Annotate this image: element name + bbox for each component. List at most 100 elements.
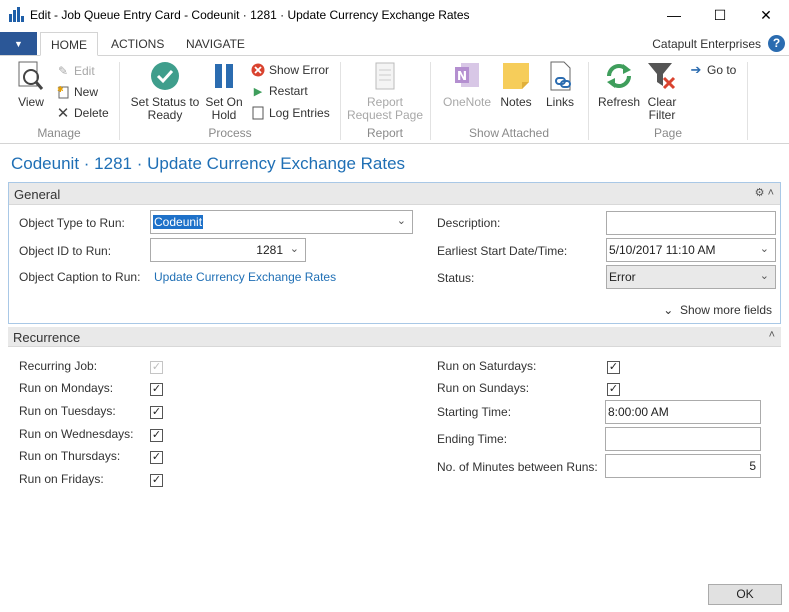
starting-time-label: Starting Time: [437,405,512,419]
links-button[interactable]: Links [541,60,579,109]
object-id-field[interactable]: 1281 ⌄ [150,238,306,262]
object-type-select[interactable]: Codeunit ⌄ [150,210,413,234]
earliest-start-label: Earliest Start Date/Time: [437,244,568,258]
clear-filter-button[interactable]: Clear Filter [645,60,679,122]
general-fasttab: General ⚙ ˄ Object Type to Run: Codeunit… [8,182,781,324]
set-status-ready-button[interactable]: Set Status to Ready [128,60,202,122]
chevron-down-icon: ⌄ [396,215,406,227]
ribbon: View ✎ Edit ✱ New ✕ Delete Manage Set Statu… [0,56,789,144]
app-menu-button[interactable]: ▼ [0,32,37,55]
minutes-between-runs-label: No. of Minutes between Runs: [437,460,598,474]
saturdays-checkbox[interactable]: ✓ [607,361,620,374]
group-label-process: Process [208,126,252,140]
fridays-label: Run on Fridays: [19,472,104,486]
svg-text:N: N [457,69,467,83]
group-manage: View ✎ Edit ✱ New ✕ Delete Manage [0,56,118,144]
report-icon [369,60,401,92]
ok-button[interactable]: OK [708,584,782,605]
show-error-button[interactable]: Show Error [251,61,329,79]
new-button[interactable]: ✱ New [56,83,99,101]
link-icon [544,60,576,92]
group-process: Set Status to Ready Set On Hold Show Err… [120,56,340,144]
tuesdays-checkbox[interactable]: ✓ [150,406,163,419]
description-field[interactable] [606,211,776,235]
group-label-show-attached: Show Attached [468,126,550,140]
saturdays-label: Run on Saturdays: [437,359,537,373]
set-on-hold-button[interactable]: Set On Hold [202,60,246,122]
page-title: Codeunit · 1281 · Update Currency Exchan… [11,154,406,173]
play-icon: ▶ [253,85,263,98]
thursdays-checkbox[interactable]: ✓ [150,451,163,464]
delete-button[interactable]: ✕ Delete [56,104,109,122]
group-label-manage: Manage [37,126,81,140]
refresh-icon [603,60,635,92]
fridays-checkbox[interactable]: ✓ [150,474,163,487]
general-header[interactable]: General ⚙ ˄ [9,183,780,205]
maximize-button[interactable]: ☐ [697,0,743,30]
earliest-start-field[interactable]: 5/10/2017 11:10 AM ⌄ [606,238,776,262]
chevron-down-icon: ⌄ [759,270,769,282]
group-label-report: Report [366,126,404,140]
onenote-icon: N [451,60,483,92]
show-more-fields-button[interactable]: ⌄ Show more fields [663,303,772,317]
delete-icon: ✕ [56,105,70,122]
description-label: Description: [437,216,501,230]
refresh-button[interactable]: Refresh [595,60,643,109]
minimize-button[interactable]: — [651,0,697,30]
new-document-icon: ✱ [56,85,70,99]
tuesdays-label: Run on Tuesdays: [19,404,116,418]
log-icon [251,106,265,120]
close-button[interactable]: ✕ [743,0,789,30]
pause-icon [208,60,240,92]
object-type-label: Object Type to Run: [19,216,125,230]
ending-time-field[interactable] [605,427,761,451]
edit-button[interactable]: ✎ Edit [56,62,95,80]
object-id-label: Object ID to Run: [19,244,112,258]
onenote-button[interactable]: N OneNote [441,60,493,109]
group-page: Refresh Clear Filter ➔ Go to Page [589,56,747,144]
status-label: Status: [437,271,475,285]
note-icon [500,60,532,92]
ending-time-label: Ending Time: [437,432,508,446]
starting-time-field[interactable]: 8:00:00 AM [605,400,761,424]
arrow-right-icon: ➔ [690,62,702,77]
sundays-checkbox[interactable]: ✓ [607,383,620,396]
tab-actions[interactable]: ACTIONS [111,32,164,56]
help-icon[interactable]: ? [768,35,785,52]
mondays-label: Run on Mondays: [19,381,114,395]
minutes-between-runs-field[interactable]: 5 [605,454,761,478]
pencil-icon: ✎ [57,64,69,78]
recurring-job-checkbox[interactable]: ✓ [150,361,163,374]
chevron-down-icon: ⌄ [289,243,299,255]
clear-filter-icon [646,60,678,92]
title-bar: Edit - Job Queue Entry Card - Codeunit ·… [0,0,789,30]
collapse-icon[interactable]: ˄ [769,329,775,341]
recurrence-header[interactable]: Recurrence ˄ [8,327,781,347]
collapse-icon[interactable]: ⚙ ˄ [755,186,774,199]
error-icon [251,63,265,77]
wednesdays-checkbox[interactable]: ✓ [150,429,163,442]
group-show-attached: N OneNote Notes Links Show Attached [431,56,587,144]
tab-navigate[interactable]: NAVIGATE [186,32,245,56]
chevron-down-icon: ⌄ [759,243,769,255]
wednesdays-label: Run on Wednesdays: [19,427,134,441]
report-request-page-button[interactable]: Report Request Page [345,60,425,122]
sundays-label: Run on Sundays: [437,381,530,395]
status-select[interactable]: Error ⌄ [606,265,776,289]
window-title: Edit - Job Queue Entry Card - Codeunit ·… [30,7,470,22]
mondays-checkbox[interactable]: ✓ [150,383,163,396]
tab-home[interactable]: HOME [40,32,98,56]
go-to-button[interactable]: ➔ Go to [689,61,737,79]
view-button[interactable]: View [14,60,48,109]
company-name[interactable]: Catapult Enterprises [652,32,761,56]
recurring-job-label: Recurring Job: [19,359,98,373]
thursdays-label: Run on Thursdays: [19,449,121,463]
view-icon [15,60,47,92]
chevron-down-icon: ⌄ [663,303,674,317]
group-report: Report Request Page Report [341,56,429,144]
object-caption-label: Object Caption to Run: [19,270,141,284]
log-entries-button[interactable]: Log Entries [251,104,330,122]
object-caption-link[interactable]: Update Currency Exchange Rates [154,270,336,284]
notes-button[interactable]: Notes [497,60,535,109]
restart-button[interactable]: ▶ Restart [251,82,308,100]
